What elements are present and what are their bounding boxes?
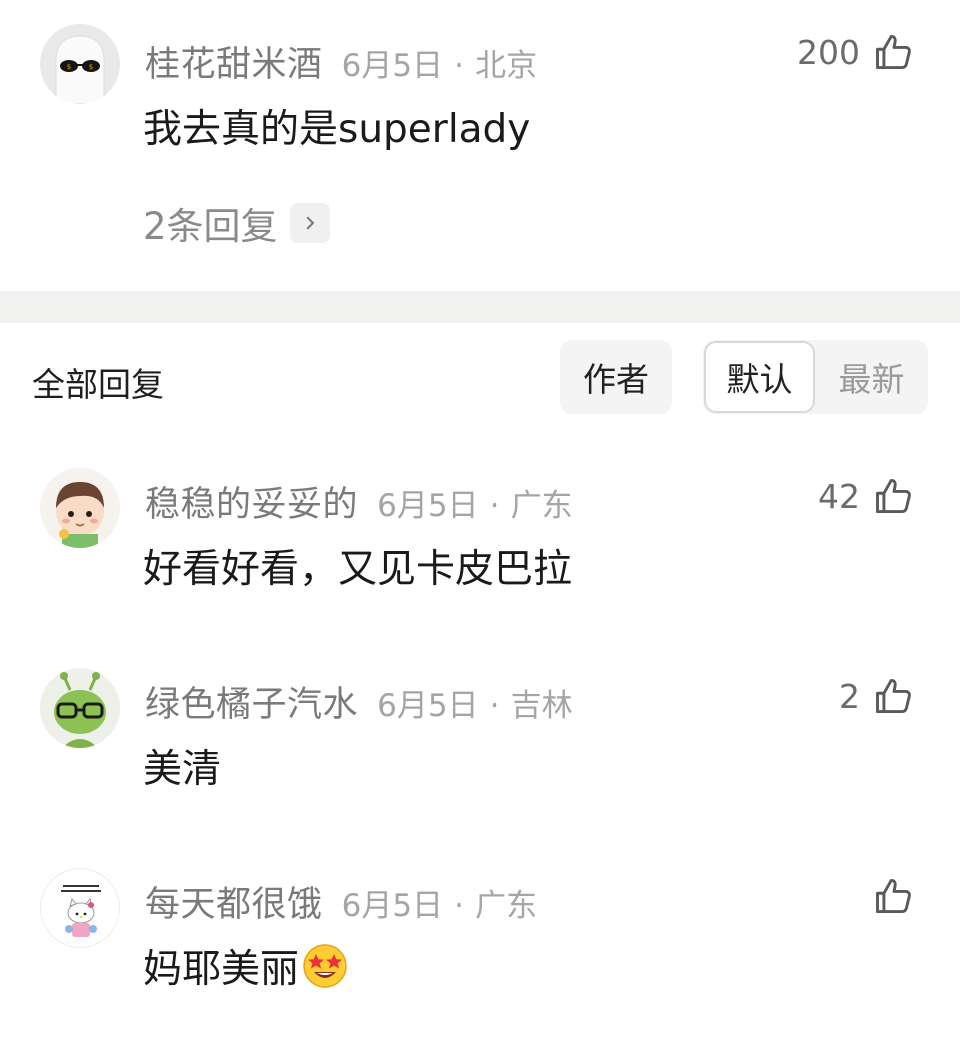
avatar[interactable] [40, 868, 120, 948]
svg-text:$: $ [67, 63, 71, 71]
tab-newest[interactable]: 最新 [815, 341, 928, 413]
thumbs-up-icon[interactable] [872, 874, 916, 918]
comment-text-body: 妈耶美丽 [143, 947, 300, 992]
comment-location: 广东 [475, 888, 538, 924]
like-button[interactable]: 200 [797, 30, 916, 74]
thumbs-up-icon[interactable] [872, 474, 916, 518]
comment-meta: 绿色橘子汽水 6月5日 · 吉林 [145, 676, 573, 727]
like-count: 200 [797, 32, 860, 72]
hello-kitty-icon [41, 869, 119, 947]
meta-separator: · [489, 488, 500, 524]
list-item: 稳稳的妥妥的 6月5日 · 广东 42 好看好看，又见卡皮巴拉 [0, 460, 960, 640]
star-struck-emoji-icon [299, 942, 349, 990]
ghost-sunglasses-icon: $ $ [40, 24, 120, 104]
avatar[interactable] [40, 468, 120, 548]
meta-separator: · [454, 888, 465, 924]
comment-text: 妈耶美丽 [143, 938, 349, 994]
replies-count-label: 2条回复 [143, 205, 278, 248]
comment-text: 好看好看，又见卡皮巴拉 [143, 547, 573, 592]
avatar[interactable]: $ $ [40, 24, 120, 104]
comment-meta: 每天都很饿 6月5日 · 广东 [145, 876, 537, 927]
thumbs-up-icon[interactable] [872, 674, 916, 718]
comment-location: 吉林 [510, 688, 573, 724]
thumbs-up-icon[interactable] [872, 30, 916, 74]
section-divider [0, 291, 960, 323]
sort-segmented-control: 默认 最新 [703, 340, 928, 414]
username[interactable]: 每天都很饿 [145, 885, 323, 925]
list-item: 绿色橘子汽水 6月5日 · 吉林 2 美清 [0, 660, 960, 840]
comment-date: 6月5日 [341, 888, 444, 924]
tab-author[interactable]: 作者 [560, 340, 672, 414]
top-comment: $ $ 桂花甜米酒 6月5日 · 北京 200 我去真的是superlady 2… [0, 0, 960, 290]
username[interactable]: 稳稳的妥妥的 [145, 485, 358, 525]
comment-date: 6月5日 [377, 488, 479, 524]
comment-meta: 稳稳的妥妥的 6月5日 · 广东 [145, 476, 573, 527]
list-item: 每天都很饿 6月5日 · 广东 妈耶美丽 [0, 860, 960, 1040]
svg-text:$: $ [89, 63, 93, 71]
comment-text: 我去真的是superlady [143, 107, 531, 152]
cartoon-boy-icon [40, 468, 120, 548]
chevron-right-icon [289, 203, 330, 243]
avatar[interactable] [40, 668, 120, 748]
green-alien-glasses-icon [40, 668, 120, 748]
comment-date: 6月5日 [341, 48, 444, 84]
comment-text: 美清 [143, 747, 222, 792]
comment-location: 广东 [510, 488, 573, 524]
comment-location: 北京 [475, 48, 538, 84]
like-button[interactable]: 42 [818, 474, 916, 518]
like-button[interactable]: 2 [839, 674, 916, 718]
reply-sort-bar: 全部回复 作者 默认 最新 [0, 338, 960, 416]
like-button[interactable] [860, 874, 916, 918]
meta-separator: · [489, 688, 500, 724]
username[interactable]: 桂花甜米酒 [145, 45, 323, 85]
tab-default[interactable]: 默认 [704, 341, 815, 413]
comment-date: 6月5日 [377, 688, 479, 724]
meta-separator: · [454, 48, 465, 84]
view-replies-button[interactable]: 2条回复 [143, 196, 330, 250]
all-replies-title: 全部回复 [32, 365, 164, 404]
comment-meta: 桂花甜米酒 6月5日 · 北京 [145, 36, 537, 87]
like-count: 2 [839, 676, 860, 716]
like-count: 42 [818, 476, 860, 516]
username[interactable]: 绿色橘子汽水 [145, 685, 358, 725]
